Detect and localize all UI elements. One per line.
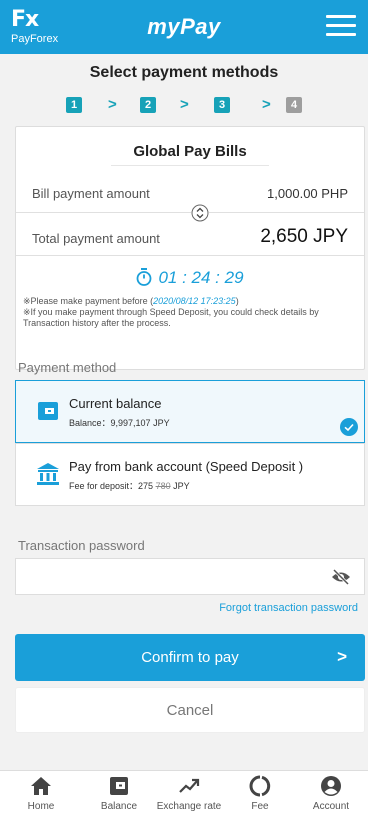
checkmark-icon [340, 418, 358, 436]
tab-account[interactable]: Account [296, 775, 366, 815]
title-underline [111, 165, 269, 166]
tab-exchange-rate[interactable]: Exchange rate [154, 775, 224, 815]
option-name: Current balance [69, 396, 162, 411]
confirm-to-pay-button[interactable]: Confirm to pay > [15, 634, 365, 681]
menu-button[interactable] [326, 12, 356, 40]
divider [16, 212, 364, 213]
payment-method-label: Payment method [18, 360, 117, 375]
option-fee: Fee for deposit：275 780 JPY [69, 479, 190, 492]
tab-home[interactable]: Home [6, 775, 76, 815]
app-header: Fx PayForex myPay [0, 0, 368, 54]
tab-fee[interactable]: Fee [225, 775, 295, 815]
option-current-balance[interactable]: Current balance Balance：9,997,107 JPY [15, 380, 365, 443]
divider [16, 255, 364, 256]
countdown-timer: 01 : 24 : 29 [16, 268, 364, 288]
cancel-button[interactable]: Cancel [15, 687, 365, 733]
transaction-password-label: Transaction password [18, 538, 145, 553]
wallet-icon [38, 402, 58, 420]
step-3: 3 [214, 97, 230, 113]
tab-label: Exchange rate [156, 801, 222, 812]
stopwatch-icon [137, 268, 152, 286]
bill-amount-row: Bill payment amount 1,000.00 PHP [32, 186, 348, 201]
bill-amount-label: Bill payment amount [32, 186, 150, 201]
wallet-icon [110, 777, 128, 795]
hamburger-icon [326, 15, 356, 36]
forgot-password-link[interactable]: Forgot transaction password [219, 602, 358, 614]
payment-notes: ※Please make payment before (2020/08/12 … [23, 296, 357, 329]
tab-label: Home [27, 801, 55, 812]
tab-label: Account [312, 801, 350, 812]
cancel-label: Cancel [166, 702, 214, 719]
deadline-note: ※Please make payment before (2020/08/12 … [23, 296, 357, 307]
fee-text: Fee for deposit：275 [69, 481, 156, 491]
home-icon [31, 777, 51, 795]
tab-label: Fee [251, 801, 269, 812]
page-title: Select payment methods [89, 64, 279, 81]
total-amount-row: Total payment amount 2,650 JPY [32, 226, 348, 247]
note-text: ) [235, 296, 239, 306]
tab-balance[interactable]: Balance [84, 775, 154, 815]
deadline-date: 2020/08/12 17:23:25 [153, 296, 236, 306]
eye-slash-icon[interactable] [331, 569, 351, 585]
step-4: 4 [286, 97, 302, 113]
bill-summary-card: Global Pay Bills Bill payment amount 1,0… [15, 126, 365, 370]
swap-icon [191, 204, 209, 222]
transaction-password-input[interactable] [15, 558, 365, 595]
bill-title: Global Pay Bills [133, 143, 247, 160]
step-arrow-2: > [180, 96, 189, 113]
fee-currency: JPY [170, 481, 190, 491]
trend-icon [179, 778, 200, 793]
bill-amount-value: 1,000.00 PHP [267, 186, 348, 201]
confirm-label: Confirm to pay [141, 649, 239, 666]
timer-value: 01 : 24 : 29 [158, 268, 244, 287]
original-fee: 780 [155, 481, 171, 491]
speed-deposit-note: ※If you make payment through Speed Depos… [23, 307, 319, 328]
step-2: 2 [140, 97, 156, 113]
chevron-right-icon: > [337, 647, 347, 666]
note-text: ※Please make payment before ( [23, 296, 154, 306]
step-indicator: 1 > 2 > 3 > 4 [0, 96, 368, 115]
total-amount-label: Total payment amount [32, 231, 160, 246]
tab-label: Balance [100, 801, 138, 812]
step-arrow-1: > [108, 96, 117, 113]
app-title: myPay [147, 14, 221, 39]
total-amount-value: 2,650 JPY [260, 226, 348, 247]
option-balance: Balance：9,997,107 JPY [69, 418, 170, 428]
fee-icon [249, 775, 271, 797]
option-bank-account[interactable]: Pay from bank account (Speed Deposit ) F… [15, 443, 365, 506]
account-icon [321, 776, 341, 796]
bank-icon [37, 463, 59, 485]
step-1: 1 [66, 97, 82, 113]
step-arrow-3: > [262, 96, 271, 113]
option-name: Pay from bank account (Speed Deposit ) [69, 459, 304, 474]
bottom-tab-bar: Home Balance Exchange rate Fee Account [0, 770, 368, 817]
